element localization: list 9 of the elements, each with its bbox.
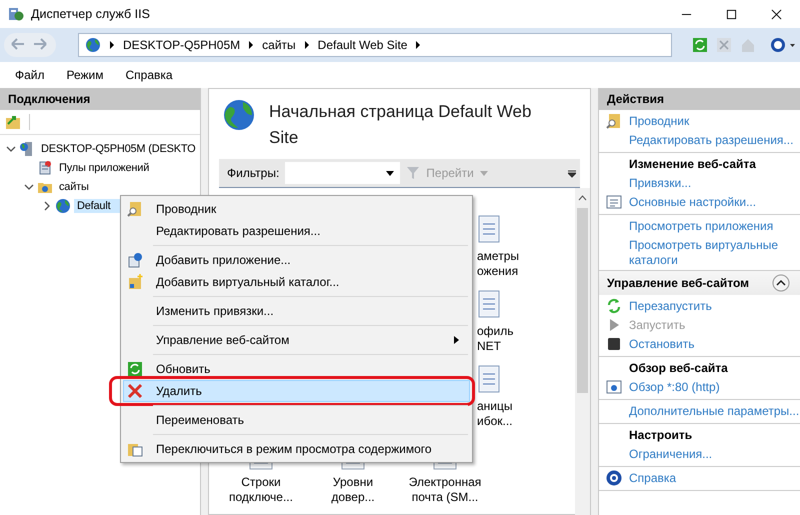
- window-title: Диспетчер служб IIS: [31, 7, 150, 21]
- section-title: Изменение веб-сайта: [628, 156, 757, 173]
- section-header: Управление веб-сайтом: [607, 276, 750, 290]
- pane-header: Действия: [599, 88, 800, 110]
- pane-header: Подключения: [0, 88, 200, 110]
- page-title: Начальная страница Default Web Site: [269, 101, 532, 149]
- section-title: Обзор веб-сайта: [628, 360, 729, 377]
- filter-label: Фильтры:: [227, 166, 280, 180]
- section-title: Настроить: [628, 427, 694, 444]
